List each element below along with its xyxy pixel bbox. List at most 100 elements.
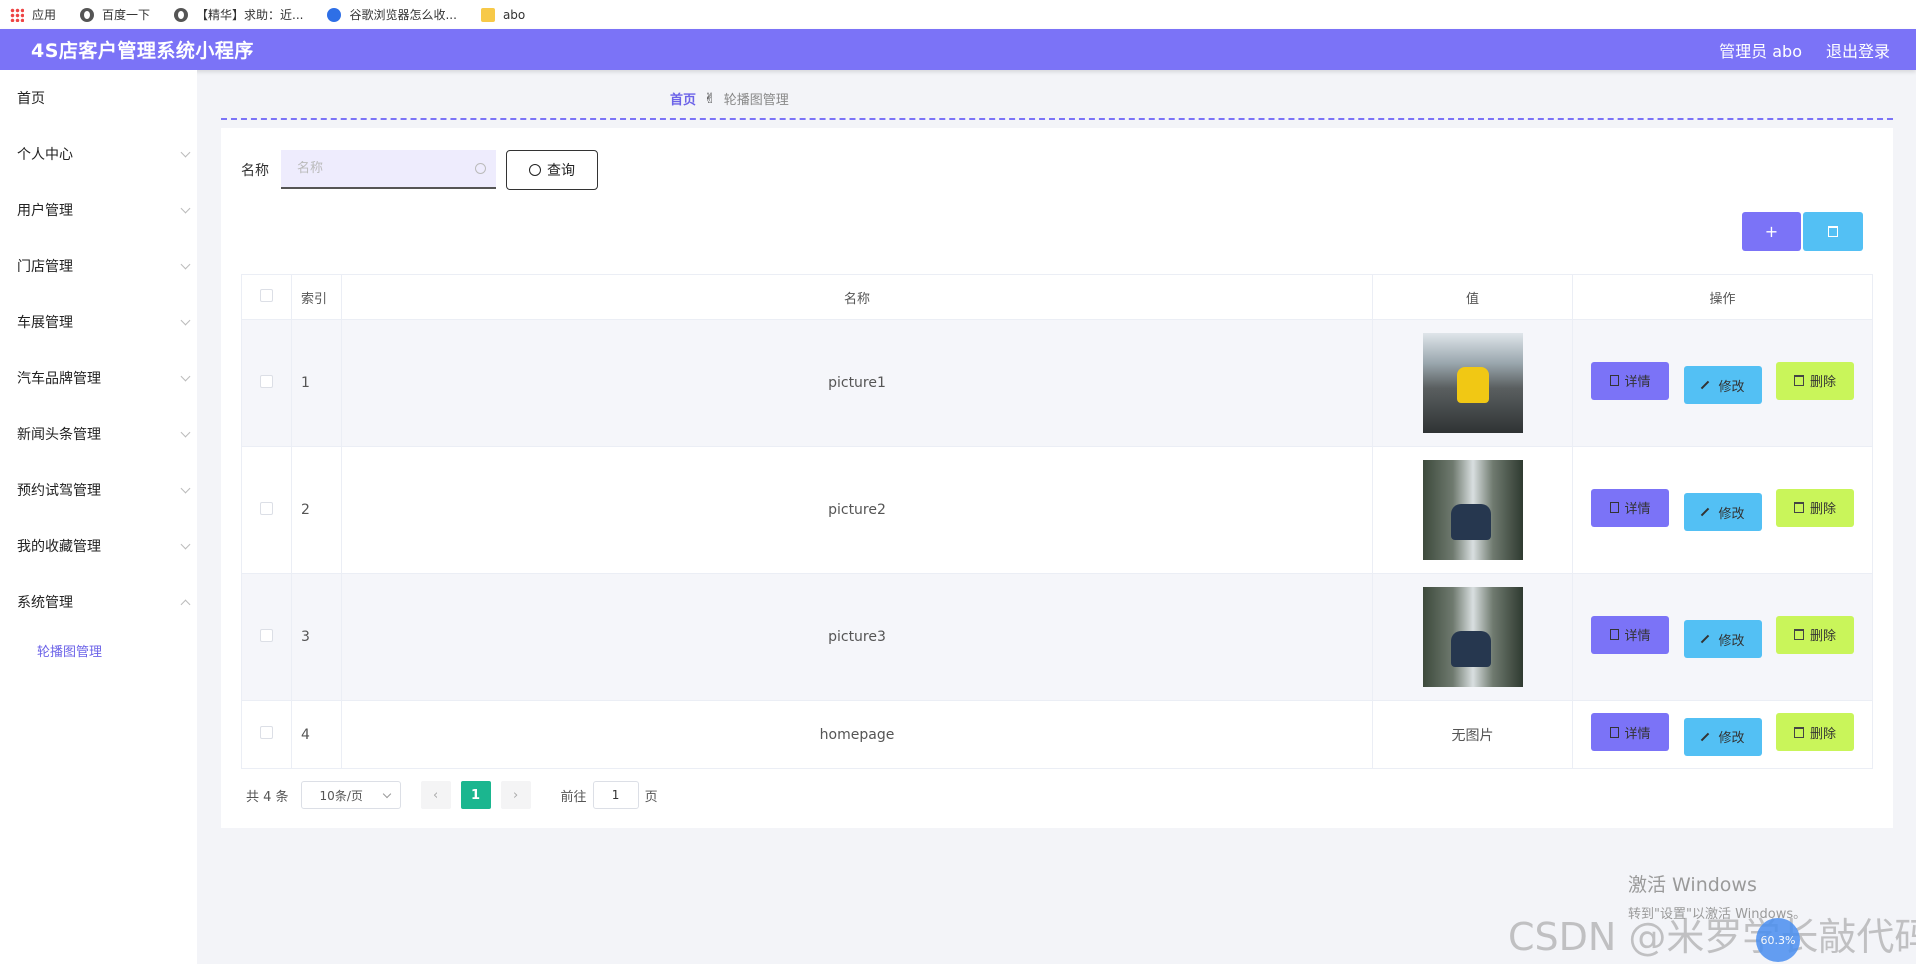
table-row: 3 picture3 详情 修改 删除	[241, 573, 1873, 701]
sidebar-subitem-carousel[interactable]: 轮播图管理	[0, 630, 197, 670]
chevron-down-icon	[180, 371, 191, 381]
table-row: 2 picture2 详情 修改 删除	[241, 446, 1873, 574]
delete-button[interactable]: 删除	[1775, 488, 1854, 527]
delete-button[interactable]: 删除	[1775, 615, 1854, 654]
row-index: 4	[291, 700, 342, 769]
chevron-down-icon	[180, 203, 191, 213]
header-name: 名称	[341, 274, 1373, 320]
document-icon	[1609, 629, 1619, 641]
pagination: 共 4 条 10条/页 ‹ 1 › 前往 页	[246, 781, 658, 809]
sidebar-item-favorites[interactable]: 我的收藏管理	[0, 518, 197, 574]
search-button[interactable]: 查询	[506, 150, 598, 190]
chevron-down-icon	[180, 259, 191, 269]
bookmark-baidu[interactable]: 百度一下	[80, 6, 150, 23]
goto-label: 前往	[560, 789, 587, 805]
row-index: 1	[291, 319, 342, 447]
detail-button[interactable]: 详情	[1591, 615, 1670, 654]
edit-button[interactable]: 修改	[1683, 366, 1762, 405]
row-name: picture3	[341, 573, 1373, 701]
header-index: 索引	[291, 274, 342, 320]
sidebar-item-system[interactable]: 系统管理	[0, 574, 197, 630]
document-icon	[1609, 375, 1619, 387]
add-button[interactable]: +	[1742, 212, 1801, 251]
sidebar-item-stores[interactable]: 门店管理	[0, 238, 197, 294]
app-header: 4S店客户管理系统小程序 管理员 abo 退出登录	[0, 29, 1916, 70]
edit-icon	[1701, 508, 1710, 517]
page-size-select[interactable]: 10条/页	[300, 781, 401, 809]
chevron-down-icon	[382, 789, 391, 798]
edit-icon	[1701, 732, 1710, 741]
header-ops: 操作	[1572, 274, 1873, 320]
batch-delete-button[interactable]	[1803, 212, 1863, 251]
row-checkbox[interactable]	[260, 501, 273, 515]
search-field	[281, 150, 496, 189]
folder-icon	[480, 7, 495, 22]
prev-page-button[interactable]: ‹	[420, 781, 451, 809]
page-number-1[interactable]: 1	[460, 781, 491, 809]
detail-button[interactable]: 详情	[1591, 488, 1670, 527]
row-name: picture2	[341, 446, 1373, 574]
apps-icon	[10, 7, 24, 22]
chevron-down-icon	[180, 147, 191, 157]
page-suffix: 页	[644, 789, 658, 805]
breadcrumb: 首页 ✌ 轮播图管理	[670, 89, 789, 109]
trash-icon	[1793, 502, 1804, 514]
row-index: 2	[291, 446, 342, 574]
edit-button[interactable]: 修改	[1683, 493, 1762, 532]
breadcrumb-current: 轮播图管理	[723, 93, 789, 108]
table-row: 1 picture1 详情 修改 删除	[241, 319, 1873, 447]
bookmark-chrome[interactable]: 谷歌浏览器怎么收...	[327, 6, 457, 23]
total-count: 共 4 条	[246, 789, 289, 805]
row-name: homepage	[341, 700, 1373, 769]
trash-icon	[1793, 375, 1804, 387]
data-table: 索引 名称 值 操作 1 picture1 详情 修改 删除 2 picture…	[241, 274, 1873, 769]
chevron-down-icon	[180, 427, 191, 437]
trash-icon	[1793, 629, 1804, 641]
row-checkbox[interactable]	[260, 628, 273, 642]
row-checkbox[interactable]	[260, 726, 273, 739]
header-value: 值	[1372, 274, 1573, 320]
sidebar-item-testdrive[interactable]: 预约试驾管理	[0, 462, 197, 518]
detail-button[interactable]: 详情	[1591, 713, 1670, 752]
thumbnail-image[interactable]	[1422, 333, 1523, 433]
sidebar-item-news[interactable]: 新闻头条管理	[0, 406, 197, 462]
thumbnail-image[interactable]	[1422, 587, 1523, 687]
paw-icon	[327, 7, 342, 22]
edit-button[interactable]: 修改	[1683, 717, 1762, 756]
document-icon	[1609, 726, 1619, 738]
next-page-button[interactable]: ›	[500, 781, 531, 809]
csdn-watermark: CSDN @米罗学长敲代码	[1508, 915, 1916, 959]
globe-icon	[80, 7, 95, 22]
chevron-down-icon	[180, 315, 191, 325]
detail-button[interactable]: 详情	[1591, 361, 1670, 400]
floating-widget[interactable]: 60.3%	[1756, 918, 1800, 962]
goto-page-input[interactable]	[592, 781, 639, 809]
breadcrumb-home[interactable]: 首页	[670, 89, 696, 108]
delete-button[interactable]: 删除	[1775, 361, 1854, 400]
chevron-up-icon	[180, 599, 191, 609]
row-checkbox[interactable]	[260, 374, 273, 388]
sidebar-item-home[interactable]: 首页	[0, 70, 197, 126]
edit-icon	[1701, 381, 1710, 390]
divider	[221, 118, 1893, 120]
bookmark-abo[interactable]: abo	[480, 7, 525, 22]
sidebar-item-users[interactable]: 用户管理	[0, 182, 197, 238]
sidebar-item-brands[interactable]: 汽车品牌管理	[0, 350, 197, 406]
document-icon	[1609, 502, 1619, 514]
chevron-down-icon	[180, 483, 191, 493]
trash-icon	[1793, 726, 1804, 738]
search-input[interactable]	[297, 161, 457, 176]
table-row: 4 homepage 无图片 详情 修改 删除	[241, 700, 1873, 769]
delete-button[interactable]: 删除	[1775, 713, 1854, 752]
bookmark-apps[interactable]: 应用	[10, 6, 56, 23]
row-name: picture1	[341, 319, 1373, 447]
select-all-checkbox[interactable]	[260, 288, 273, 302]
thumbnail-image[interactable]	[1422, 460, 1523, 560]
sidebar: 首页 个人中心 用户管理 门店管理 车展管理 汽车品牌管理 新闻头条管理 预约试…	[0, 70, 197, 964]
logout-link[interactable]: 退出登录	[1826, 38, 1890, 62]
edit-button[interactable]: 修改	[1683, 620, 1762, 659]
chevron-down-icon	[180, 539, 191, 549]
sidebar-item-autoshow[interactable]: 车展管理	[0, 294, 197, 350]
sidebar-item-personal[interactable]: 个人中心	[0, 126, 197, 182]
bookmark-help[interactable]: 【精华】求助：近...	[174, 6, 303, 23]
